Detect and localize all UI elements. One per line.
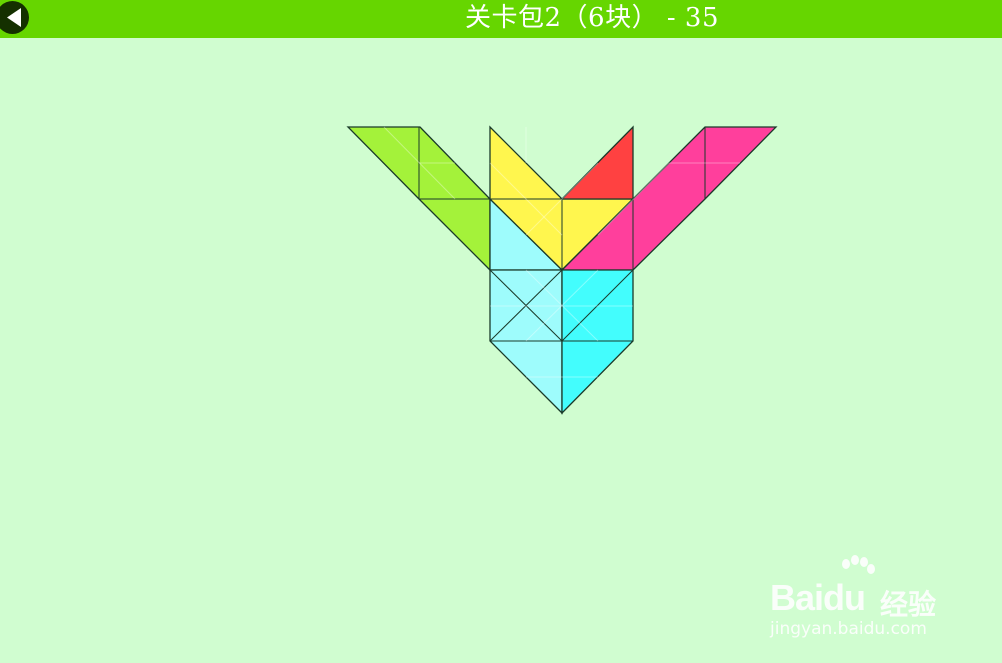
watermark-sub: 经验 [880,588,937,621]
watermark-url: jingyan.baidu.com [770,619,927,639]
watermark-brand: Baidu [770,577,866,618]
baidu-watermark: Baidu 经验 jingyan.baidu.com [768,555,988,645]
